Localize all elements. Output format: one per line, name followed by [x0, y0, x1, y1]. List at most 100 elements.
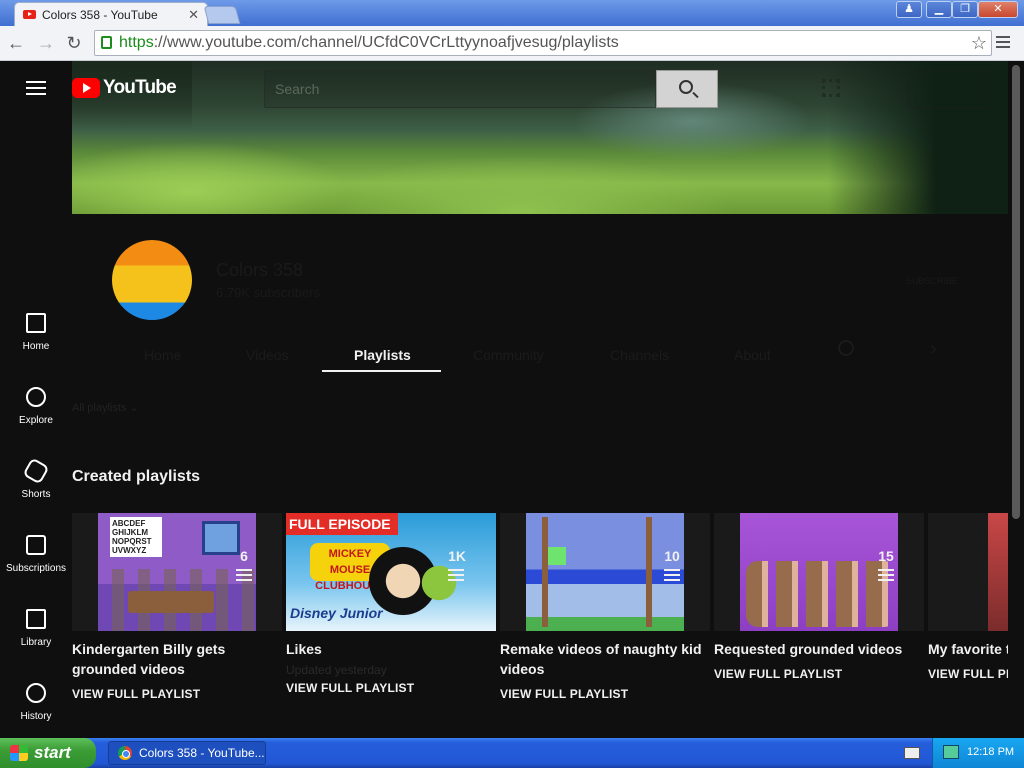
reload-button[interactable]: ↻ — [62, 31, 86, 55]
tab-videos[interactable]: Videos — [246, 347, 289, 363]
video-count-overlay: 15 — [878, 548, 894, 584]
thumbnail-green-block — [548, 547, 566, 565]
sidebar-item-label: Home — [22, 341, 50, 352]
browser-menu-icon[interactable] — [996, 36, 1010, 50]
start-label: start — [34, 743, 71, 762]
thumbnail-post — [646, 517, 652, 627]
playlist-thumbnail[interactable]: ABCDEF GHIJKLM NOPQRST UVWXYZ 6 — [72, 513, 282, 631]
playlist-icon — [664, 569, 680, 581]
disney-junior-logo: Disney Junior — [290, 605, 383, 621]
browser-titlebar: Colors 358 - YouTube ✕ ♟ ▁ ❐ ✕ — [0, 0, 1024, 26]
active-tab-indicator — [322, 370, 441, 372]
scrollbar-thumb[interactable] — [1012, 65, 1020, 519]
taskbar: start Colors 358 - YouTube... 12:18 PM — [0, 738, 1024, 768]
playlist-icon — [448, 569, 465, 581]
view-full-playlist-link[interactable]: VIEW FULL PLAYLIST — [72, 687, 282, 701]
taskbar-item-label: Colors 358 - YouTube... — [139, 746, 265, 760]
system-tray: 12:18 PM — [932, 738, 1024, 768]
sidebar: Home Explore Shorts Subscriptions Librar… — [0, 61, 72, 738]
back-button[interactable]: ← — [4, 31, 28, 55]
chevron-down-icon: ⌄ — [129, 402, 139, 414]
sign-in-button[interactable] — [908, 70, 990, 108]
playlist-updated: Updated yesterday — [286, 663, 387, 677]
sidebar-item-library[interactable]: Library — [0, 609, 72, 648]
playlist-title[interactable]: My favorite t — [928, 639, 1008, 659]
clock[interactable]: 12:18 PM — [967, 746, 1014, 758]
close-window-button[interactable]: ✕ — [978, 1, 1018, 18]
start-button[interactable]: start — [0, 738, 96, 768]
playlist-thumbnail[interactable]: FULL EPISODE MICKEY MOUSE CLUBHOUSE Disn… — [286, 513, 496, 631]
forward-button[interactable]: → — [34, 31, 58, 55]
channel-name: Colors 358 — [216, 260, 304, 280]
channel-search-icon[interactable] — [838, 340, 854, 356]
subscribe-button[interactable]: SUBSCRIBE — [906, 276, 958, 286]
shorts-icon — [22, 457, 50, 485]
network-icon[interactable] — [943, 745, 959, 759]
address-bar[interactable]: https://www.youtube.com/channel/UCfdC0VC… — [94, 30, 992, 56]
video-count: 10 — [664, 548, 680, 564]
video-count-overlay: 10 — [664, 548, 680, 584]
subscriptions-icon — [26, 535, 46, 555]
tab-home[interactable]: Home — [144, 347, 181, 363]
view-full-playlist-link[interactable]: VIEW FULL PLAYLIST — [714, 667, 924, 681]
url-text: ://www.youtube.com/channel/UCfdC0VCrLtty… — [153, 34, 619, 51]
search-icon — [679, 80, 693, 94]
sidebar-item-subscriptions[interactable]: Subscriptions — [0, 535, 72, 574]
taskbar-item-chrome[interactable]: Colors 358 - YouTube... — [108, 741, 266, 765]
view-full-playlist-link[interactable]: VIEW FULL PLAYLIST — [500, 687, 710, 701]
page-scrollbar[interactable] — [1008, 61, 1024, 738]
video-count: 6 — [240, 548, 248, 564]
playlist-title[interactable]: Remake videos of naughty kid videos — [500, 639, 720, 679]
bookmark-star-icon[interactable]: ☆ — [971, 31, 987, 55]
playlist-card[interactable]: ABCDEF GHIJKLM NOPQRST UVWXYZ 6 Kinderga… — [72, 513, 282, 701]
chrome-icon — [118, 746, 132, 760]
youtube-play-icon — [72, 78, 100, 98]
playlist-title[interactable]: Kindergarten Billy gets grounded videos — [72, 639, 292, 679]
search-button[interactable] — [656, 70, 718, 108]
video-count: 15 — [878, 548, 894, 564]
chevron-right-icon[interactable]: › — [930, 338, 937, 361]
playlist-title[interactable]: Requested grounded videos — [714, 639, 934, 659]
profile-button[interactable]: ♟ — [896, 1, 922, 18]
tab-community[interactable]: Community — [473, 347, 544, 363]
sidebar-item-history[interactable]: History — [0, 683, 72, 722]
playlist-title[interactable]: Likes — [286, 639, 506, 659]
cartoon-kids — [746, 561, 896, 627]
playlist-thumbnail[interactable]: 15 — [714, 513, 924, 631]
restore-button[interactable]: ❐ — [952, 1, 978, 18]
playlist-thumbnail[interactable]: 10 — [500, 513, 710, 631]
tab-playlists[interactable]: Playlists — [354, 347, 411, 363]
video-count-overlay: 1K — [448, 548, 466, 584]
playlist-card[interactable]: 15 Requested grounded videos VIEW FULL P… — [714, 513, 924, 681]
channel-avatar[interactable] — [112, 240, 192, 320]
tab-about[interactable]: About — [734, 347, 771, 363]
minimize-button[interactable]: ▁ — [926, 1, 952, 18]
search-input[interactable]: Search — [264, 70, 656, 108]
playlist-card[interactable]: My favorite t VIEW FULL PL — [928, 513, 1008, 681]
alphabet-board: ABCDEF GHIJKLM NOPQRST UVWXYZ — [110, 517, 162, 557]
hamburger-menu-icon[interactable] — [26, 81, 46, 95]
tab-channels[interactable]: Channels — [610, 347, 669, 363]
youtube-logo[interactable]: YouTube — [72, 77, 177, 99]
sidebar-item-explore[interactable]: Explore — [0, 387, 72, 426]
keyboard-icon[interactable] — [904, 747, 920, 759]
new-tab-button[interactable] — [203, 6, 241, 24]
browser-tab[interactable]: Colors 358 - YouTube ✕ — [14, 2, 208, 26]
library-icon — [26, 609, 46, 629]
apps-grid-icon[interactable] — [822, 79, 840, 97]
playlist-thumbnail[interactable] — [928, 513, 1008, 631]
view-full-playlist-link[interactable]: VIEW FULL PLAYLIST — [286, 681, 496, 695]
section-title: Created playlists — [72, 468, 201, 485]
sidebar-item-label: Shorts — [21, 489, 51, 500]
playlist-sort-dropdown[interactable]: All playlists ⌄ — [72, 401, 139, 414]
history-icon — [26, 683, 46, 703]
view-full-playlist-link[interactable]: VIEW FULL PL — [928, 667, 1008, 681]
sidebar-item-shorts[interactable]: Shorts — [0, 457, 72, 500]
sidebar-item-label: Subscriptions — [5, 563, 67, 574]
playlist-card[interactable]: 10 Remake videos of naughty kid videos V… — [500, 513, 710, 701]
playlist-card[interactable]: FULL EPISODE MICKEY MOUSE CLUBHOUSE Disn… — [286, 513, 496, 695]
playlist-icon — [236, 569, 252, 581]
sidebar-item-label: Explore — [19, 415, 53, 426]
tab-close-icon[interactable]: ✕ — [188, 7, 199, 23]
sidebar-item-home[interactable]: Home — [0, 313, 72, 352]
